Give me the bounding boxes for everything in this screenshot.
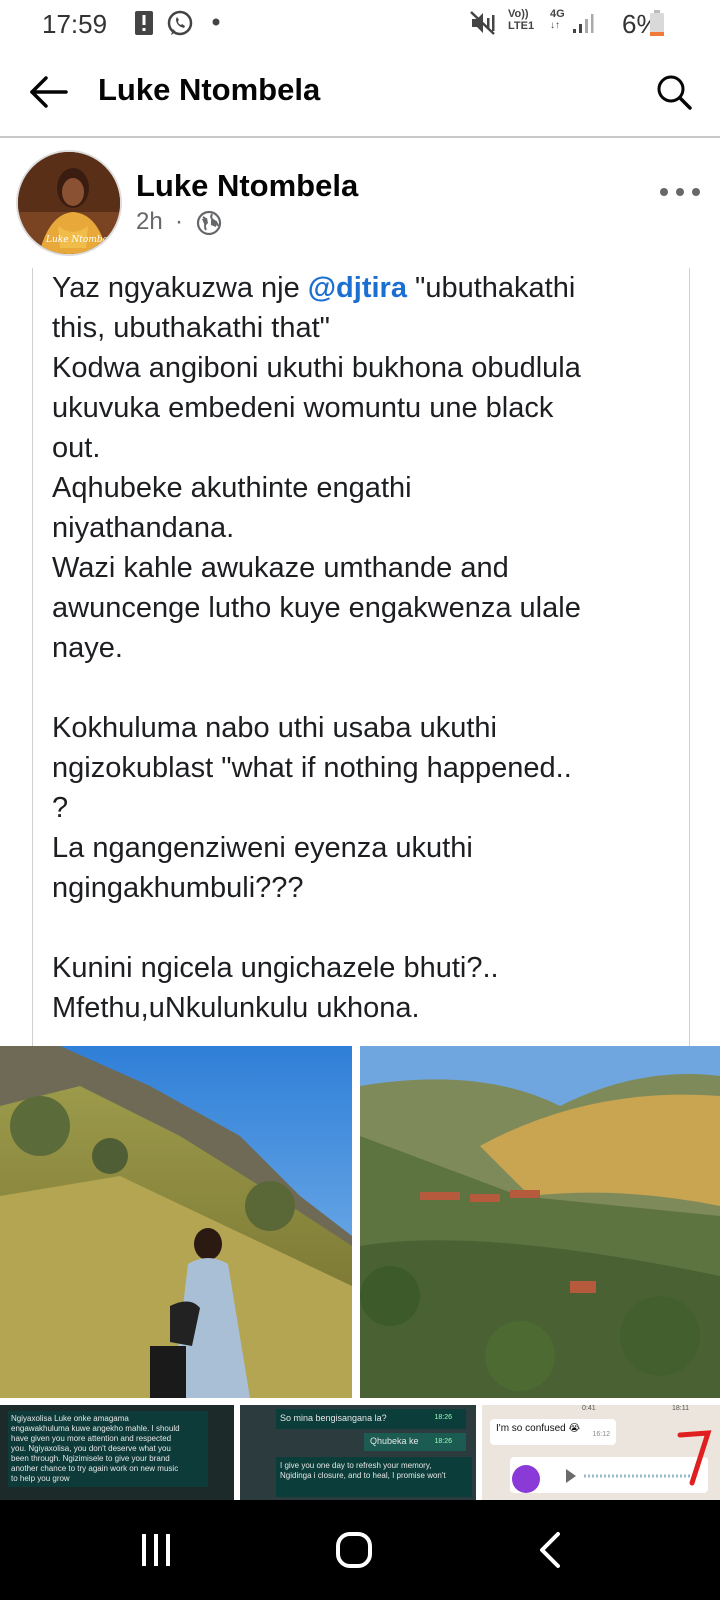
post-line: ngingakhumbuli???: [52, 872, 304, 904]
chat-bubble: I give you one day to refresh your memor…: [276, 1457, 472, 1497]
chat-time: 18:26: [434, 1414, 452, 1421]
post-text: Yaz ngyakuzwa nje: [52, 272, 308, 304]
svg-text:Luke Ntombela: Luke Ntombela: [45, 235, 116, 245]
post-photo[interactable]: [0, 1046, 352, 1398]
recents-icon[interactable]: [136, 1532, 176, 1568]
chat-time: 0:41: [582, 1405, 596, 1412]
chat-text: to help you grow: [11, 1474, 70, 1483]
post-photo-thumbnail[interactable]: Ngiyaxolisa Luke onke amagama engawakhul…: [0, 1405, 234, 1500]
whatsapp-icon: [167, 10, 193, 36]
status-bar: 17:59 Vo)) LTE1 4G ↓↑ 6%: [0, 0, 720, 46]
post-line: Kodwa angiboni ukuthi bukhona obudlula: [52, 352, 581, 384]
alert-icon: [135, 11, 153, 35]
data-type-indicator: 4G ↓↑: [550, 8, 565, 32]
volte-indicator: Vo)) LTE1: [508, 8, 534, 32]
post-photo-thumbnail[interactable]: 0:41 18:11 I'm so confused 😭 16:12: [482, 1405, 720, 1500]
avatar[interactable]: Luke Ntombela: [16, 150, 122, 256]
author-name[interactable]: Luke Ntombela: [136, 168, 358, 204]
chat-text: engawakhuluma kuwe angekho mahle. I shou…: [11, 1424, 180, 1433]
mute-icon: [470, 11, 495, 35]
separator-dot: ·: [175, 208, 183, 235]
home-icon[interactable]: [334, 1530, 374, 1570]
more-dots-icon[interactable]: [658, 182, 702, 202]
status-time: 17:59: [42, 9, 108, 39]
chat-text: Qhubeka ke: [370, 1436, 419, 1446]
notification-dot-icon: [212, 18, 220, 26]
volte-label: Vo)): [508, 8, 529, 20]
post-photo[interactable]: [360, 1046, 720, 1398]
battery-icon: [650, 10, 664, 36]
chat-bubble: Ngiyaxolisa Luke onke amagama engawakhul…: [8, 1411, 208, 1487]
post-time[interactable]: 2h: [136, 208, 163, 236]
post-line: Aqhubeke akuthinte engathi: [52, 472, 412, 504]
search-icon[interactable]: [652, 70, 696, 114]
signal-icon: [573, 14, 594, 33]
post-line: Yaz ngyakuzwa nje @djtira "ubuthakathi: [52, 272, 575, 305]
chat-time: 18:11: [672, 1405, 689, 1412]
post-line: niyathandana.: [52, 512, 235, 544]
mention-link[interactable]: @djtira: [308, 272, 407, 304]
avatar-image: Luke Ntombela: [18, 152, 120, 254]
post-photo-thumbnail[interactable]: So mina bengisangana la? 18:26 Qhubeka k…: [240, 1405, 476, 1500]
post-line: naye.: [52, 632, 123, 664]
app-header: Luke Ntombela: [0, 46, 720, 138]
post-line: ?: [52, 792, 69, 824]
chat-text: So mina bengisangana la?: [280, 1413, 387, 1423]
chat-text: I'm so confused 😭: [496, 1423, 581, 1434]
post-line: Kokhuluma nabo uthi usaba ukuthi: [52, 712, 497, 744]
back-icon[interactable]: [534, 1530, 566, 1570]
back-arrow-icon[interactable]: [26, 70, 70, 114]
post-line: this, ubuthakathi that": [52, 312, 330, 344]
chat-text: another chance to try again work on new …: [11, 1464, 179, 1473]
post-line: Kunini ngicela ungichazele bhuti?..: [52, 952, 499, 984]
chat-text: been through. Ngizimisele to give your b…: [11, 1454, 170, 1463]
chat-text: have given you more attention and respec…: [11, 1434, 172, 1443]
lte-label: LTE1: [508, 20, 535, 32]
chat-time: 18:26: [434, 1438, 452, 1445]
photo-valley: [360, 1046, 720, 1398]
page-title: Luke Ntombela: [98, 72, 321, 107]
post-text: "ubuthakathi: [406, 272, 576, 304]
chat-text: Ngidinga i closure, and to heal, I promi…: [280, 1471, 446, 1480]
data-arrows-icon: ↓↑: [550, 20, 560, 31]
post-line: ukuvuka embedeni womuntu une black: [52, 392, 554, 424]
system-nav-bar: [0, 1500, 720, 1600]
post-line: out.: [52, 432, 101, 464]
chat-bubble: I'm so confused 😭 16:12: [490, 1419, 616, 1445]
post-line: La ngangenziweni eyenza ukuthi: [52, 832, 473, 864]
chat-bubble: Qhubeka ke 18:26: [364, 1433, 466, 1451]
post-line: Mfethu,uNkulunkulu ukhona.: [52, 992, 420, 1024]
chat-text: I give you one day to refresh your memor…: [280, 1461, 432, 1470]
globe-icon: [196, 210, 222, 236]
data-type-label: 4G: [550, 8, 565, 20]
photo-hillside-woman: [0, 1046, 352, 1398]
post-line: awuncenge lutho kuye engakwenza ulale: [52, 592, 581, 624]
red-annotation: [677, 1430, 712, 1486]
chat-time: 16:12: [592, 1431, 610, 1438]
post-line: ngizokublast "what if nothing happened..: [52, 752, 572, 784]
post-line: Wazi kahle awukaze umthande and: [52, 552, 509, 584]
chat-text: Ngiyaxolisa Luke onke amagama: [11, 1414, 129, 1423]
chat-bubble: So mina bengisangana la? 18:26: [276, 1409, 466, 1429]
chat-text: you. Ngiyaxolisa, you don't deserve what…: [11, 1444, 171, 1453]
